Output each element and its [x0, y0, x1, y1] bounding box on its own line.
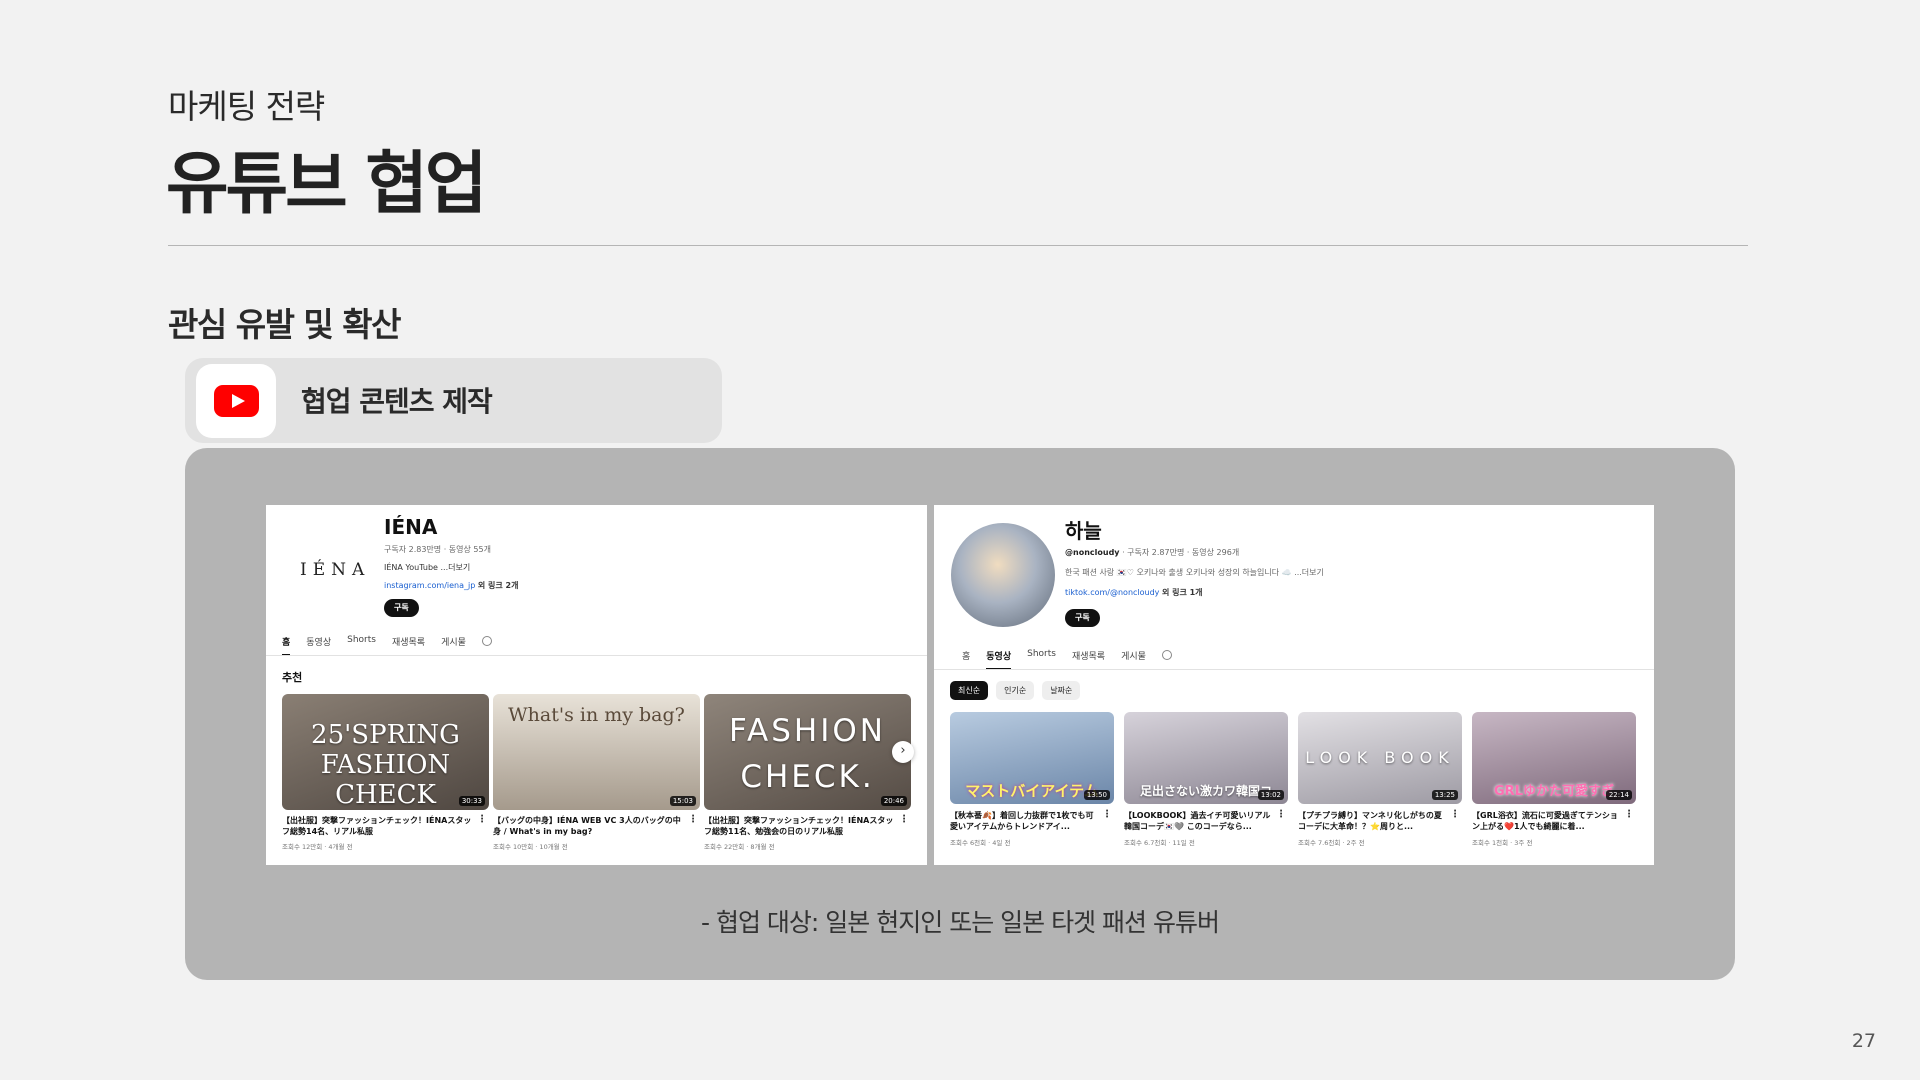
slide-subtitle: 마케팅 전략 — [168, 87, 325, 126]
video-thumbnail[interactable]: What's in my bag? 15:03 — [493, 694, 700, 810]
tab-posts[interactable]: 게시물 — [1121, 649, 1146, 670]
more-icon[interactable]: ⋮ — [1450, 809, 1460, 820]
tab-playlists[interactable]: 재생목록 — [1072, 649, 1105, 670]
channel-link[interactable]: instagram.com/iena_jp 외 링크 2개 — [384, 580, 518, 591]
more-icon[interactable]: ⋮ — [1624, 809, 1634, 820]
title-divider — [168, 245, 1748, 246]
subscribe-button[interactable]: 구독 — [1065, 609, 1100, 627]
video-thumbnail[interactable]: LOOK BOOK 13:25 — [1298, 712, 1462, 804]
video-duration: 30:33 — [458, 796, 485, 806]
video-title[interactable]: 【秋本番🍂】着回し力抜群で1枚でも可愛いアイテムからトレンドアイ... — [950, 810, 1098, 832]
video-duration: 13:02 — [1257, 790, 1284, 800]
tab-underline — [934, 669, 1654, 670]
video-duration: 20:46 — [880, 796, 907, 806]
tab-shorts[interactable]: Shorts — [347, 635, 376, 656]
video-thumbnail[interactable]: マストバイアイテム 13:50 — [950, 712, 1114, 804]
video-meta: 조회수 22만회 · 8개월 전 — [704, 843, 775, 851]
sort-chips: 최신순 인기순 날짜순 — [950, 681, 1081, 700]
video-thumbnail[interactable]: 足出さない激カワ韓国コ 13:02 — [1124, 712, 1288, 804]
video-title[interactable]: 【プチプラ縛り】マンネリ化しがちの夏コーデに大革命！？⭐周りと... — [1298, 810, 1446, 832]
tab-underline — [266, 655, 927, 656]
tab-home[interactable]: 홈 — [282, 635, 291, 656]
section-heading: 관심 유발 및 확산 — [168, 305, 402, 344]
tab-videos[interactable]: 동영상 — [306, 635, 331, 656]
video-thumbnail[interactable]: FASHION CHECK. 20:46 — [704, 694, 911, 810]
video-thumbnail[interactable]: GRLゆかた可愛すぎ 22:14 — [1472, 712, 1636, 804]
channel-description[interactable]: 한국 패션 사랑 🇰🇷♡ 오키나와 출생 오키나와 성장의 하늘입니다 ☁️ .… — [1065, 567, 1324, 578]
thumbnail-overlay-text: FASHION CHECK. — [729, 713, 886, 795]
video-duration: 15:03 — [669, 796, 696, 806]
tab-playlists[interactable]: 재생목록 — [392, 635, 425, 656]
more-icon[interactable]: ⋮ — [1276, 809, 1286, 820]
recommended-heading: 추천 — [282, 671, 303, 684]
channel-description[interactable]: IÉNA YouTube ...더보기 — [384, 562, 470, 573]
search-icon[interactable] — [1161, 650, 1172, 660]
channel-screenshot-haneul: 하늘 @noncloudy · 구독자 2.87만명 · 동영상 296개 한국… — [934, 505, 1654, 865]
tab-shorts[interactable]: Shorts — [1027, 649, 1056, 670]
video-title[interactable]: 【バッグの中身】IÉNA WEB VC 3人のバッグの中身 / What's i… — [493, 815, 688, 837]
video-duration: 13:25 — [1431, 790, 1458, 800]
next-arrow-button[interactable]: › — [892, 741, 914, 763]
tab-home[interactable]: 홈 — [962, 649, 970, 670]
thumbnail-overlay-text: 25'SPRING FASHION CHECK — [311, 720, 460, 810]
collab-target-caption: - 협업 대상: 일본 현지인 또는 일본 타겟 패션 유튜버 — [701, 908, 1220, 937]
video-title[interactable]: 【GRL浴衣】流石に可愛過ぎてテンション上がる❤️1人でも綺麗に着... — [1472, 810, 1620, 832]
tab-videos[interactable]: 동영상 — [986, 649, 1012, 670]
channel-stats: @noncloudy · 구독자 2.87만명 · 동영상 296개 — [1065, 548, 1240, 557]
channel-tabs: 홈 동영상 Shorts 재생목록 게시물 — [962, 649, 1172, 670]
channel-logo: IÉNA — [300, 560, 371, 580]
video-meta: 조회수 6.7천회 · 11일 전 — [1124, 839, 1195, 847]
chip-date[interactable]: 날짜순 — [1042, 681, 1081, 700]
page-number: 27 — [1851, 1030, 1876, 1052]
video-meta: 조회수 1천회 · 3주 전 — [1472, 839, 1533, 847]
channel-name: 하늘 — [1065, 519, 1102, 543]
video-title[interactable]: 【LOOKBOOK】過去イチ可愛いリアル韓国コーデ🇰🇷🩶 このコーデなら... — [1124, 810, 1272, 832]
tab-posts[interactable]: 게시물 — [441, 635, 466, 656]
thumbnail-overlay-text: LOOK BOOK — [1305, 748, 1455, 767]
video-thumbnail[interactable]: 25'SPRING FASHION CHECK 30:33 — [282, 694, 489, 810]
more-icon[interactable]: ⋮ — [1102, 809, 1112, 820]
video-meta: 조회수 6천회 · 4일 전 — [950, 839, 1011, 847]
chip-latest[interactable]: 최신순 — [950, 681, 989, 700]
video-duration: 13:50 — [1083, 790, 1110, 800]
search-icon[interactable] — [481, 636, 492, 646]
thumbnail-overlay-text: What's in my bag? — [508, 704, 685, 726]
channel-tabs: 홈 동영상 Shorts 재생목록 게시물 — [282, 635, 492, 656]
youtube-icon — [214, 385, 259, 417]
screenshot-panel: IÉNA IÉNA 구독자 2.83만명 · 동영상 55개 IÉNA YouT… — [185, 448, 1735, 980]
chip-popular[interactable]: 인기순 — [996, 681, 1035, 700]
slide-title: 유튜브 협업 — [166, 145, 487, 224]
video-title[interactable]: 【出社服】突撃ファッションチェック！IÉNAスタッフ総勢11名、勉強会の日のリア… — [704, 815, 899, 837]
channel-screenshot-iena: IÉNA IÉNA 구독자 2.83만명 · 동영상 55개 IÉNA YouT… — [266, 505, 927, 865]
video-meta: 조회수 7.6천회 · 2주 전 — [1298, 839, 1365, 847]
more-icon[interactable]: ⋮ — [688, 814, 698, 825]
video-title[interactable]: 【出社服】突撃ファッションチェック！IÉNAスタッフ総勢14名、リアル私服 — [282, 815, 477, 837]
channel-link[interactable]: tiktok.com/@noncloudy 외 링크 1개 — [1065, 587, 1203, 598]
collab-pill-label: 협업 콘텐츠 제작 — [301, 385, 493, 418]
video-meta: 조회수 10만회 · 10개월 전 — [493, 843, 568, 851]
more-icon[interactable]: ⋮ — [899, 814, 909, 825]
avatar[interactable] — [951, 523, 1055, 627]
channel-name: IÉNA — [384, 515, 438, 539]
channel-stats: 구독자 2.83만명 · 동영상 55개 — [384, 545, 491, 554]
video-duration: 22:14 — [1605, 790, 1632, 800]
subscribe-button[interactable]: 구독 — [384, 599, 419, 617]
collab-pill: 협업 콘텐츠 제작 — [185, 358, 722, 443]
video-meta: 조회수 12만회 · 4개월 전 — [282, 843, 353, 851]
more-icon[interactable]: ⋮ — [477, 814, 487, 825]
youtube-logo-box — [196, 364, 276, 438]
